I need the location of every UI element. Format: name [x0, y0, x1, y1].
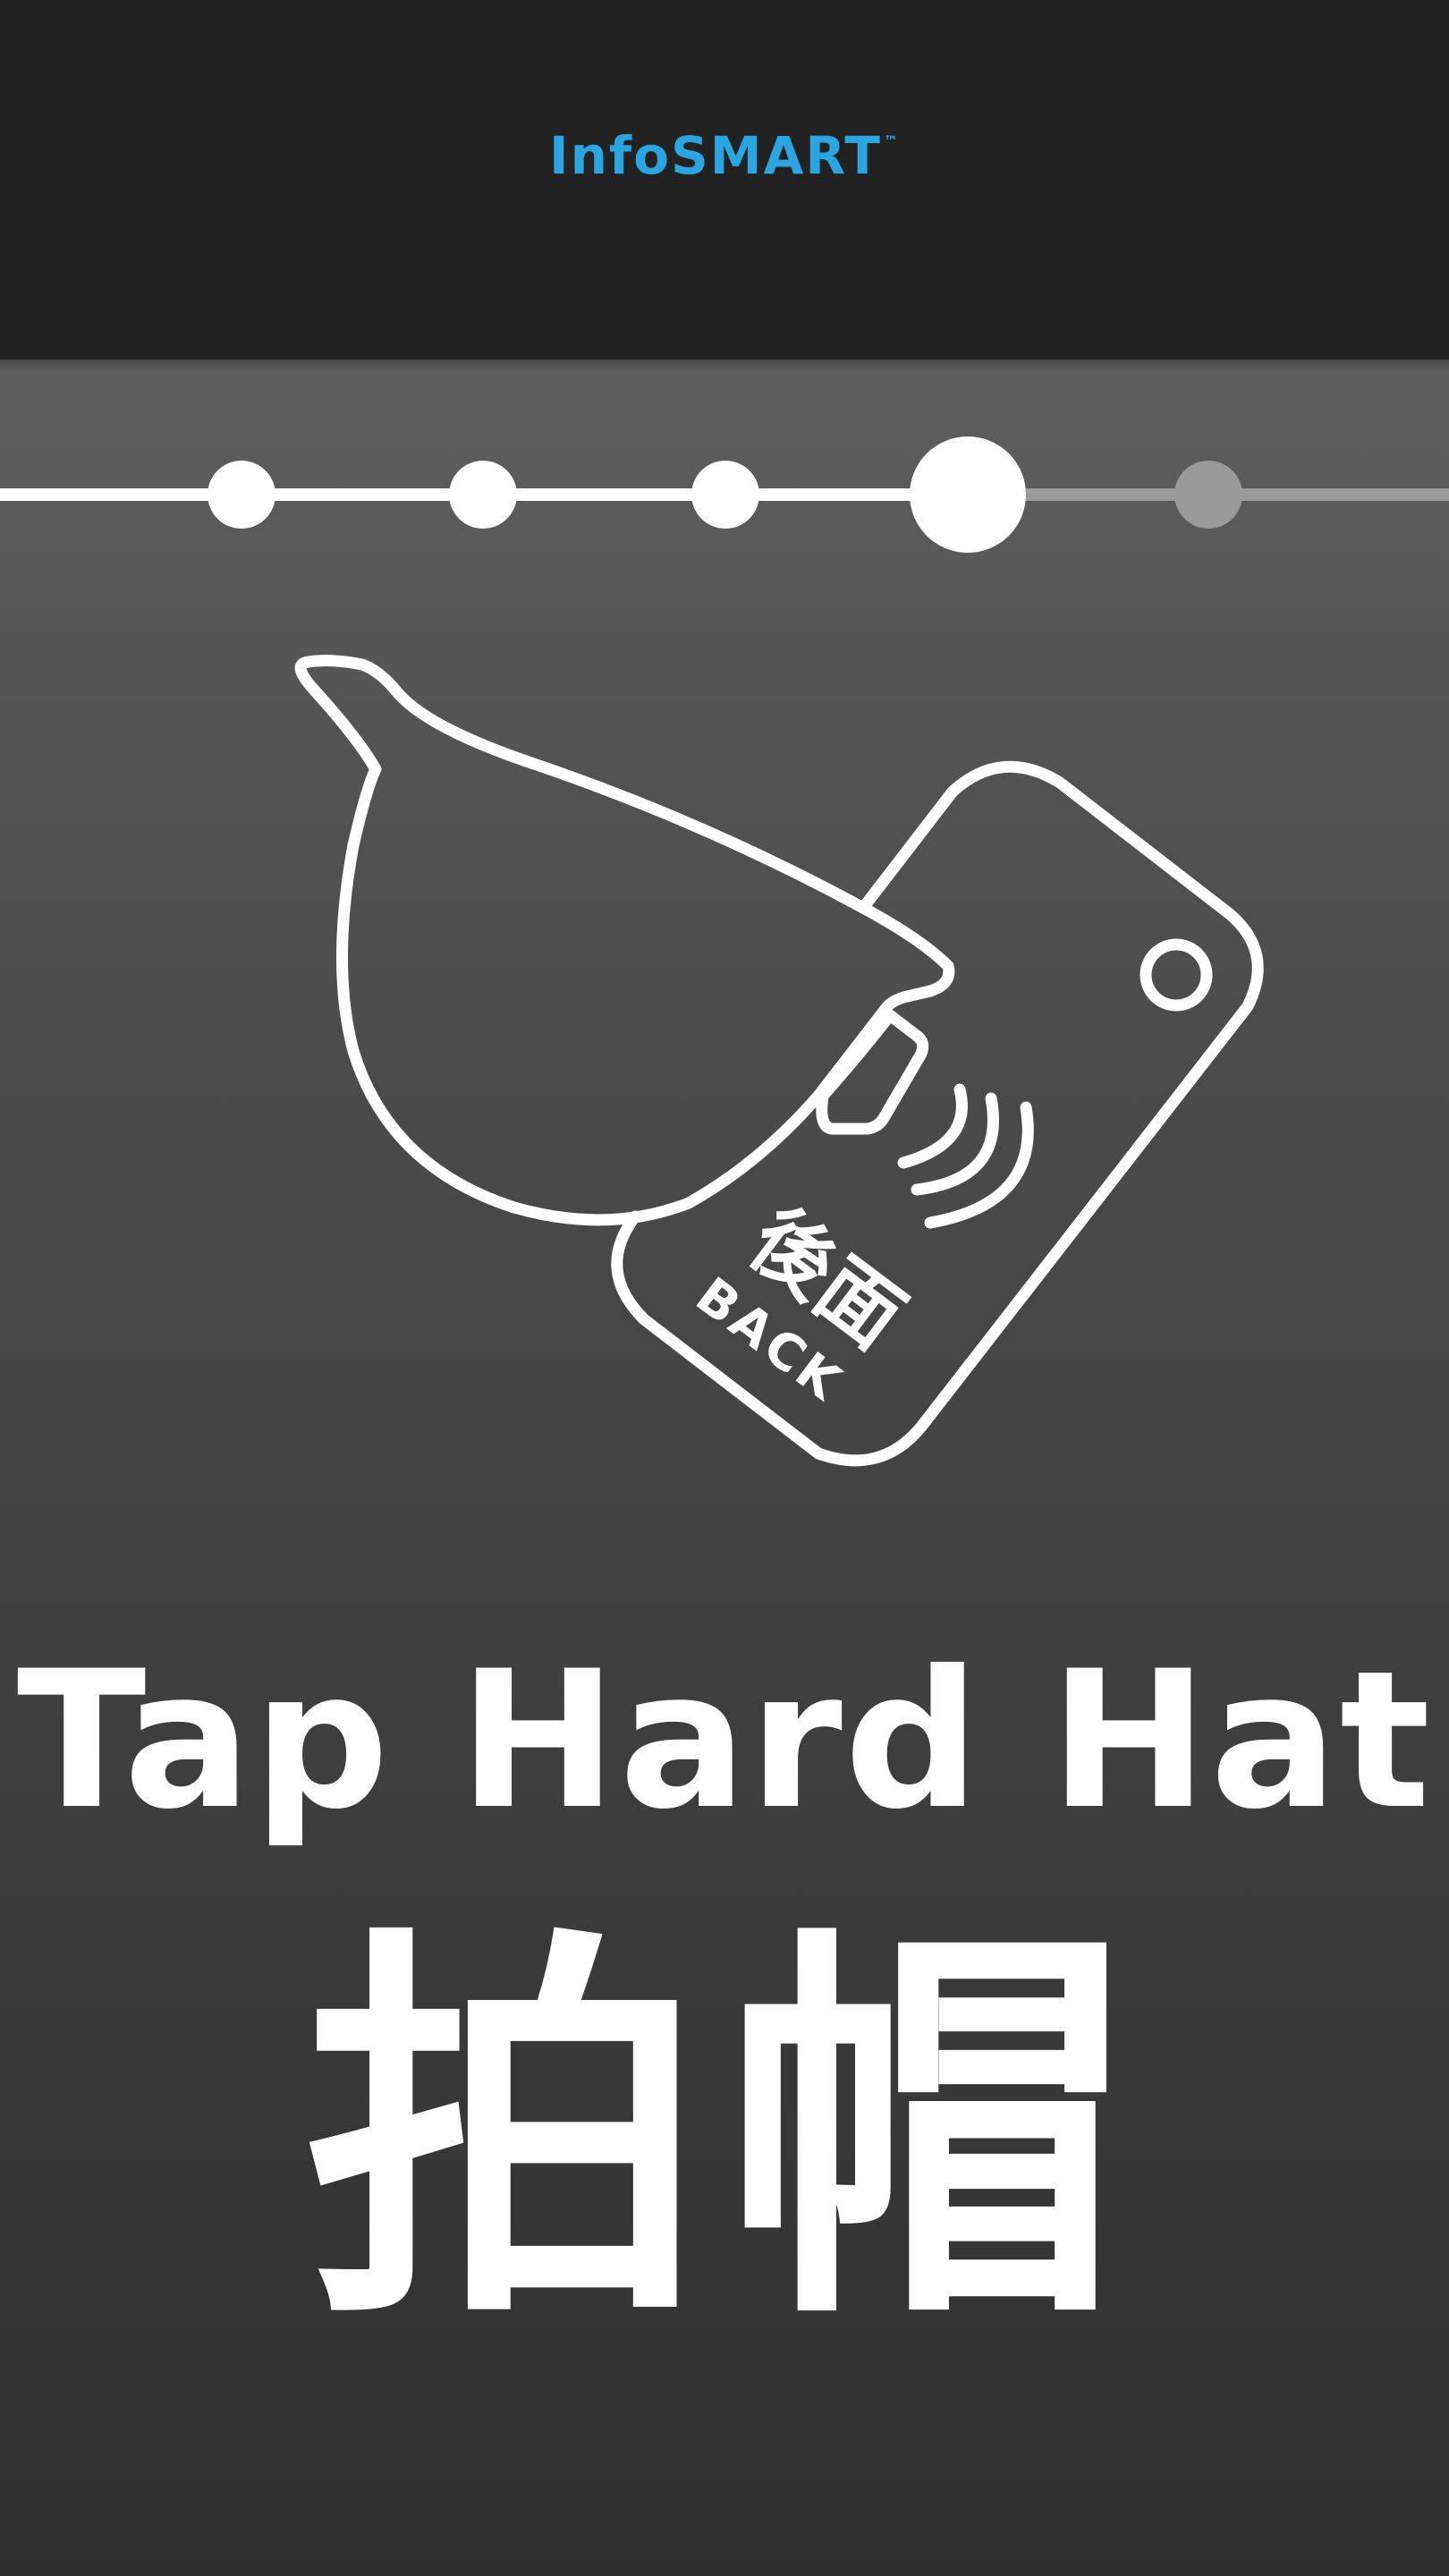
step-dot-4-current: [910, 436, 1026, 553]
progress-stepper: [0, 436, 1449, 553]
brand-name: InfoSMART: [549, 125, 882, 186]
hard-hat-outline: [611, 760, 1264, 1467]
tap-wave-1: [897, 1083, 968, 1169]
brand-logo: InfoSMART ™: [0, 125, 1449, 186]
fingernail: [816, 1009, 929, 1135]
step-dot-2: [449, 461, 517, 529]
hand-tapping-hard-hat-icon: 後面 BACK: [294, 655, 1264, 1467]
trademark-mark: ™: [883, 132, 900, 149]
instruction-title-zh: 拍帽: [304, 1899, 1145, 2368]
instruction-title-en: Tap Hard Hat: [16, 1630, 1433, 1851]
step-dot-3: [691, 461, 759, 529]
tap-wave-2: [911, 1092, 999, 1196]
header-shadow: [0, 360, 1449, 372]
step-dot-1: [208, 461, 275, 529]
step-dot-5: [1174, 461, 1242, 529]
hand-outline: [294, 655, 955, 1226]
app-header: InfoSMART ™: [0, 0, 1449, 360]
hard-hat-hole: [1140, 938, 1213, 1012]
